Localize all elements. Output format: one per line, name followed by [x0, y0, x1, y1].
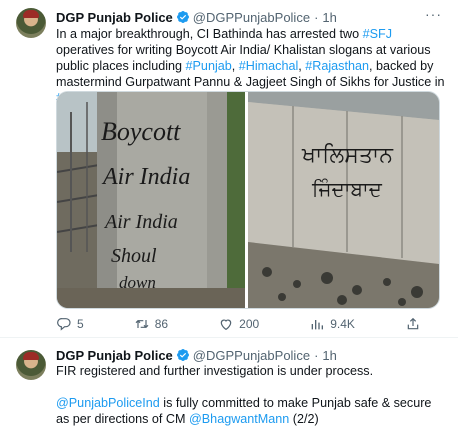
views-button[interactable]: 9.4K	[309, 316, 355, 332]
tweet-header: DGP Punjab Police @DGPPunjabPolice · 1h	[56, 8, 337, 26]
avatar[interactable]	[16, 350, 46, 380]
graffiti-text: Shoul	[111, 245, 157, 267]
author-handle[interactable]: @DGPPunjabPolice	[193, 10, 310, 25]
verified-icon	[176, 10, 190, 24]
more-icon[interactable]: ···	[425, 6, 442, 22]
tweet-text-segment: ,	[231, 59, 239, 73]
tweet-line: @PunjabPoliceInd is fully committed to m…	[56, 395, 448, 427]
author-name[interactable]: DGP Punjab Police	[56, 10, 173, 25]
like-count: 200	[239, 317, 260, 331]
tweet-time[interactable]: 1h	[322, 348, 336, 363]
tweet-text-segment: In a major breakthrough, CI Bathinda has…	[56, 27, 363, 41]
hashtag-link[interactable]: #SFJ	[363, 27, 392, 41]
graffiti-text: down	[119, 273, 156, 292]
graffiti-text: Air India	[101, 164, 190, 190]
photo-left[interactable]: Boycott Air India Air India Shoul down	[57, 92, 245, 308]
author-handle[interactable]: @DGPPunjabPolice	[193, 348, 310, 363]
graffiti-text: ਖਾਲਿਸਤਾਨ	[301, 143, 394, 168]
hashtag-link[interactable]: #Punjab	[186, 59, 232, 73]
tweet-header: DGP Punjab Police @DGPPunjabPolice · 1h	[56, 346, 337, 364]
hashtag-link[interactable]: #Himachal	[239, 59, 299, 73]
share-icon	[407, 317, 419, 330]
tweet-text: FIR registered and further investigation…	[56, 363, 448, 427]
separator-dot: ·	[314, 9, 319, 25]
verified-icon	[176, 348, 190, 362]
reply-count: 5	[77, 317, 84, 331]
retweet-count: 86	[154, 317, 169, 331]
tweet-divider	[0, 337, 458, 338]
retweet-icon	[135, 319, 149, 329]
retweet-button[interactable]: 86	[134, 316, 168, 332]
hashtag-link[interactable]: #Rajasthan	[305, 59, 369, 73]
mention-link[interactable]: @PunjabPoliceInd	[56, 396, 160, 410]
like-icon	[220, 319, 232, 331]
tweet-actions: 5 86 200 9.4K	[56, 315, 421, 333]
tweet-time[interactable]: 1h	[322, 10, 336, 25]
reply-icon	[57, 318, 71, 331]
tweet-media[interactable]: Boycott Air India Air India Shoul down ਖ…	[56, 91, 440, 309]
reply-button[interactable]: 5	[56, 316, 84, 332]
mention-link[interactable]: @BhagwantMann	[189, 412, 289, 426]
separator-dot: ·	[314, 347, 319, 363]
tweet-line: FIR registered and further investigation…	[56, 364, 374, 378]
share-button[interactable]	[405, 316, 421, 332]
graffiti-text: Boycott	[101, 117, 181, 146]
author-name[interactable]: DGP Punjab Police	[56, 348, 173, 363]
tweet-line-end: (2/2)	[289, 412, 319, 426]
graffiti-text: Air India	[103, 211, 178, 233]
photo-right[interactable]: ਖਾਲਿਸਤਾਨ ਜਿੰਦਾਬਾਦ	[248, 92, 439, 308]
like-button[interactable]: 200	[218, 316, 259, 332]
avatar[interactable]	[16, 8, 46, 38]
graffiti-text: ਜਿੰਦਾਬਾਦ	[311, 177, 383, 201]
views-count: 9.4K	[330, 317, 355, 331]
views-icon	[311, 320, 324, 330]
